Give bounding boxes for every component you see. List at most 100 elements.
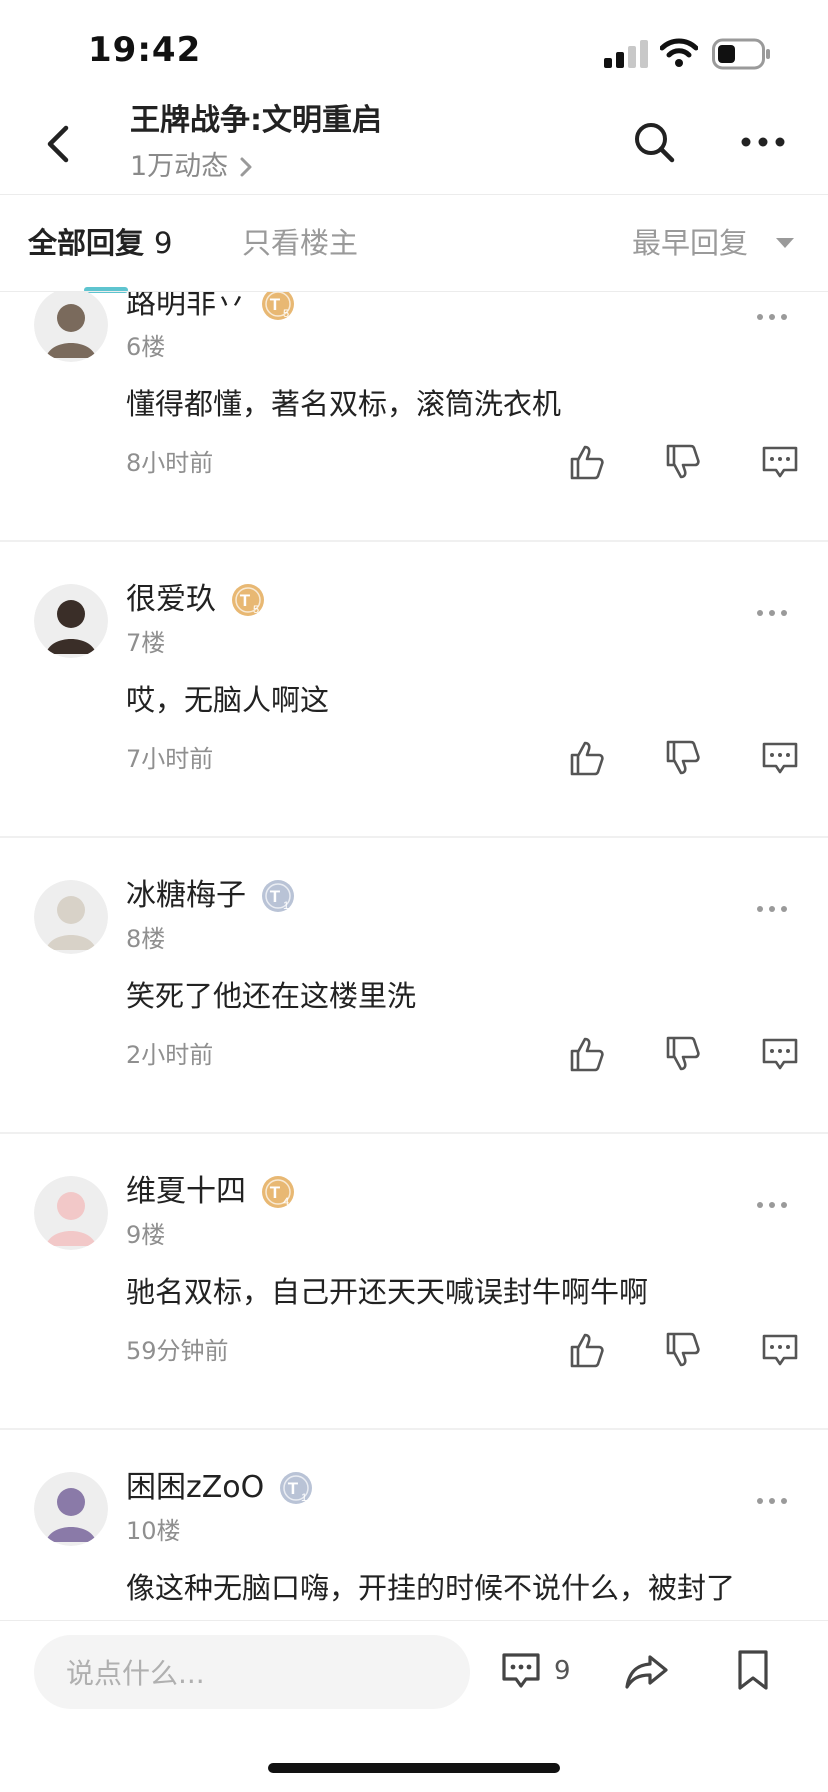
svg-text:1: 1 bbox=[283, 900, 289, 912]
comment-item[interactable]: 冰糖梅子 T 1 8楼笑死了他还在这楼里洗 2小时前 bbox=[0, 838, 828, 1134]
comment-item[interactable]: 维夏十四 T 4 9楼驰名双标，自己开还天天喊误封牛啊牛啊 59分钟前 bbox=[0, 1134, 828, 1430]
comment-text: 笑死了他还在这楼里洗 bbox=[126, 979, 417, 1013]
status-time: 19:42 bbox=[88, 30, 202, 70]
username-row: 维夏十四 T 4 bbox=[126, 1172, 296, 1212]
svg-text:5: 5 bbox=[253, 604, 259, 616]
level-badge-icon: T5 bbox=[232, 584, 264, 616]
svg-text:T: T bbox=[270, 887, 281, 906]
thumbs-down-icon[interactable] bbox=[664, 1034, 704, 1074]
avatar-figure bbox=[57, 600, 85, 628]
status-bar: 19:42 bbox=[0, 0, 828, 100]
username-row: 很爱玖 T 5 bbox=[126, 580, 266, 620]
username[interactable]: 困困zZoO bbox=[126, 1468, 264, 1508]
username[interactable]: 冰糖梅子 bbox=[126, 876, 246, 916]
battery-icon bbox=[712, 38, 770, 70]
username-row: 困困zZoO T 1 bbox=[126, 1468, 314, 1508]
comment-count: 9 bbox=[554, 1656, 571, 1686]
comment-text: 哎，无脑人啊这 bbox=[126, 683, 330, 717]
username[interactable]: 维夏十四 bbox=[126, 1172, 246, 1212]
comment-list[interactable]: 路明非丷 T 5 6楼 懂得都懂，著名双标，滚筒洗衣机 8小时前 很爱玖 T 5 7楼 哎，无脑人啊… bbox=[0, 292, 828, 1620]
thumbs-down-icon[interactable] bbox=[664, 738, 704, 778]
header: 王牌战争:文明重启 1万动态 bbox=[0, 100, 828, 194]
comment-text: 懂得都懂，著名双标，滚筒洗衣机 bbox=[126, 387, 562, 421]
tab-all-count: 9 bbox=[154, 226, 173, 260]
comment-time: 8小时前 bbox=[126, 449, 214, 477]
wifi-icon bbox=[660, 38, 698, 67]
comment-more-icon[interactable] bbox=[756, 1200, 788, 1210]
sort-label: 最早回复 bbox=[632, 226, 749, 260]
comment-time: 7小时前 bbox=[126, 745, 214, 773]
comment-more-icon[interactable] bbox=[756, 312, 788, 322]
bookmark-icon[interactable] bbox=[736, 1649, 770, 1691]
chevron-right-icon bbox=[240, 157, 252, 177]
avatar[interactable] bbox=[34, 880, 108, 954]
comment-input[interactable]: 说点什么... bbox=[34, 1635, 470, 1709]
title-block[interactable]: 王牌战争:文明重启 1万动态 bbox=[130, 100, 382, 186]
reply-tabs: 全部回复 9 只看楼主 最早回复 bbox=[0, 195, 828, 293]
thumbs-up-icon[interactable] bbox=[568, 442, 608, 482]
floor-number: 9楼 bbox=[126, 1221, 166, 1249]
search-icon[interactable] bbox=[632, 120, 676, 164]
level-badge-icon: T1 bbox=[262, 880, 294, 912]
floor-number: 10楼 bbox=[126, 1517, 181, 1545]
thumbs-up-icon[interactable] bbox=[568, 1034, 608, 1074]
reply-icon[interactable] bbox=[760, 1034, 800, 1074]
thumbs-up-icon[interactable] bbox=[568, 738, 608, 778]
avatar[interactable] bbox=[34, 584, 108, 658]
floor-number: 6楼 bbox=[126, 333, 166, 361]
avatar-figure bbox=[57, 1488, 85, 1516]
more-icon[interactable] bbox=[740, 128, 786, 156]
comment-text: 像这种无脑口嗨，开挂的时候不说什么，被封了 bbox=[126, 1571, 736, 1605]
svg-text:T: T bbox=[270, 295, 281, 314]
level-badge-icon: T5 bbox=[262, 292, 294, 320]
comment-time: 2小时前 bbox=[126, 1041, 214, 1069]
home-indicator bbox=[268, 1763, 560, 1773]
avatar-figure bbox=[57, 304, 85, 332]
username-row: 路明非丷 T 5 bbox=[126, 292, 296, 324]
caret-down-icon bbox=[776, 238, 795, 248]
level-badge-icon: T4 bbox=[262, 1176, 294, 1208]
svg-text:T: T bbox=[240, 591, 251, 610]
avatar[interactable] bbox=[34, 292, 108, 362]
avatar-figure bbox=[57, 1192, 85, 1220]
username[interactable]: 很爱玖 bbox=[126, 580, 216, 620]
follow-count[interactable]: 1万动态 bbox=[130, 148, 382, 186]
comment-text: 驰名双标，自己开还天天喊误封牛啊牛啊 bbox=[126, 1275, 649, 1309]
comment-icon bbox=[502, 1653, 540, 1688]
avatar[interactable] bbox=[34, 1176, 108, 1250]
avatar-figure bbox=[57, 896, 85, 924]
thumbs-up-icon[interactable] bbox=[568, 1330, 608, 1370]
thumbs-down-icon[interactable] bbox=[664, 1330, 704, 1370]
tab-op-only[interactable]: 只看楼主 bbox=[242, 223, 358, 263]
comment-item[interactable]: 路明非丷 T 5 6楼懂得都懂，著名双标，滚筒洗衣机 8小时前 bbox=[0, 292, 828, 542]
svg-text:1: 1 bbox=[301, 1492, 307, 1504]
share-icon[interactable] bbox=[624, 1651, 670, 1691]
comment-item[interactable]: 困困zZoO T 1 10楼像这种无脑口嗨，开挂的时候不说什么，被封了 bbox=[0, 1430, 828, 1620]
svg-text:T: T bbox=[288, 1479, 299, 1498]
comment-more-icon[interactable] bbox=[756, 904, 788, 914]
comment-time: 59分钟前 bbox=[126, 1337, 229, 1365]
tab-all-replies[interactable]: 全部回复 9 bbox=[28, 223, 172, 263]
floor-number: 8楼 bbox=[126, 925, 166, 953]
username[interactable]: 路明非丷 bbox=[126, 292, 246, 324]
floor-number: 7楼 bbox=[126, 629, 166, 657]
bottom-bar: 说点什么... 9 bbox=[0, 1620, 828, 1792]
thumbs-down-icon[interactable] bbox=[664, 442, 704, 482]
username-row: 冰糖梅子 T 1 bbox=[126, 876, 296, 916]
back-icon[interactable] bbox=[40, 114, 80, 174]
page-title: 王牌战争:文明重启 bbox=[130, 103, 382, 138]
reply-icon[interactable] bbox=[760, 1330, 800, 1370]
comment-more-icon[interactable] bbox=[756, 608, 788, 618]
reply-icon[interactable] bbox=[760, 738, 800, 778]
reply-icon[interactable] bbox=[760, 442, 800, 482]
comment-item[interactable]: 很爱玖 T 5 7楼哎，无脑人啊这 7小时前 bbox=[0, 542, 828, 838]
signal-icon bbox=[604, 40, 648, 68]
comment-more-icon[interactable] bbox=[756, 1496, 788, 1506]
avatar[interactable] bbox=[34, 1472, 108, 1546]
comments-button[interactable]: 9 bbox=[500, 1651, 571, 1691]
sort-dropdown[interactable]: 最早回复 bbox=[632, 223, 796, 263]
svg-text:4: 4 bbox=[283, 1196, 289, 1208]
level-badge-icon: T1 bbox=[280, 1472, 313, 1504]
svg-text:T: T bbox=[270, 1183, 281, 1202]
follow-count-label: 1万动态 bbox=[130, 151, 229, 182]
